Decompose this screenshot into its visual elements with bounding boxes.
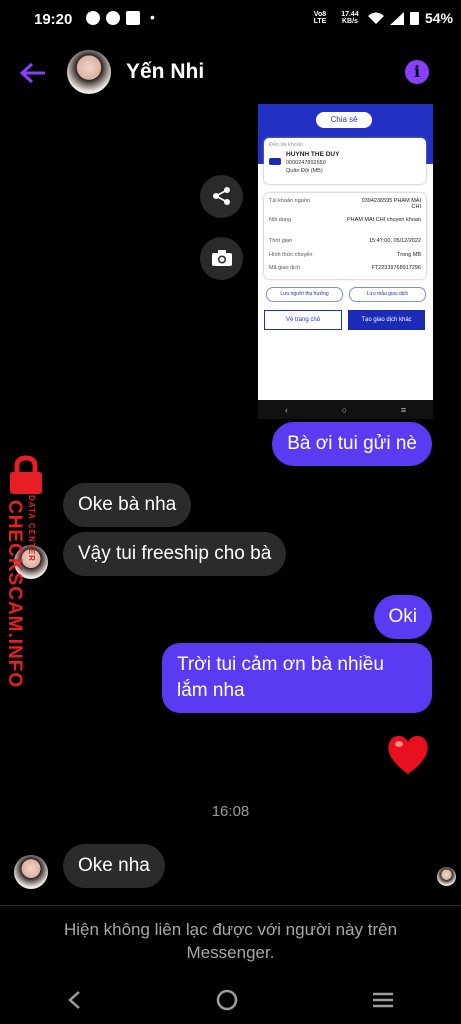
contact-avatar-small[interactable] bbox=[14, 855, 48, 889]
mail-notification-icon bbox=[126, 11, 140, 25]
home-button: Về trang chủ bbox=[264, 310, 342, 330]
seen-avatar bbox=[437, 867, 456, 886]
transaction-details: Tài khoản nguồn 0394236595 PHAM MAI CHI N… bbox=[264, 193, 426, 279]
save-photo-button[interactable] bbox=[200, 237, 243, 280]
message-outgoing[interactable]: Trời tui cảm ơn bà nhiều lắm nha bbox=[162, 643, 432, 713]
detail-row: Thời gian 15:47:00, 05/12/2022 bbox=[269, 238, 421, 244]
network-speed: 17.44 KB/s bbox=[341, 11, 359, 25]
battery-level: 54% bbox=[424, 10, 453, 26]
recipient-account: 0000247892650 bbox=[286, 160, 326, 166]
bank-logo bbox=[269, 158, 281, 165]
detail-row: Nội dung PHAM MAI CHI chuyen khoan bbox=[269, 217, 421, 223]
nav-recents-icon[interactable] bbox=[372, 991, 394, 1009]
lock-icon bbox=[10, 455, 42, 494]
contact-avatar[interactable] bbox=[67, 50, 111, 94]
back-button[interactable] bbox=[19, 60, 46, 91]
menu-nav-icon: ≡ bbox=[400, 404, 407, 415]
detail-row: Mã giao dịch FT22339768917296 bbox=[269, 265, 421, 271]
status-time: 19:20 bbox=[34, 11, 73, 28]
shared-image[interactable]: Chia sẻ Đến tài khoản HUYNH THE DUY 0000… bbox=[258, 104, 433, 419]
status-right: Vo8 LTE 17.44 KB/s 54% bbox=[308, 10, 453, 26]
more-notifications-icon: • bbox=[150, 9, 155, 25]
message-outgoing[interactable]: Bà ơi tui gửi nè bbox=[272, 422, 432, 466]
wifi-icon bbox=[367, 12, 384, 24]
nav-home-icon[interactable] bbox=[216, 989, 238, 1011]
messenger-notification-icon bbox=[86, 11, 100, 25]
new-transaction-button: Tạo giao dịch khác bbox=[348, 310, 425, 330]
detail-row: Hình thức chuyển Trong MB bbox=[269, 252, 421, 258]
detail-row: Tài khoản nguồn 0394236595 PHAM MAI CHI bbox=[269, 198, 421, 210]
camera-icon bbox=[211, 250, 232, 266]
watermark-main: CHECKSCAM.INFO bbox=[4, 500, 25, 689]
watermark-sub: DATA CENTER bbox=[27, 495, 36, 562]
nav-back-icon[interactable] bbox=[67, 990, 83, 1010]
signal-icon bbox=[389, 11, 404, 25]
share-icon bbox=[212, 187, 230, 205]
recipient-bank: Quân Đội (MB) bbox=[286, 168, 323, 174]
detail-label: Thời gian bbox=[269, 238, 293, 244]
save-beneficiary-button: Lưu người thụ hưởng bbox=[266, 287, 343, 302]
recipient-card: Đến tài khoản HUYNH THE DUY 000024789265… bbox=[264, 138, 426, 184]
recipient-name: HUYNH THE DUY bbox=[286, 151, 340, 158]
to-account-label: Đến tài khoản bbox=[269, 142, 303, 148]
heart-reaction-icon[interactable] bbox=[384, 730, 432, 778]
info-button[interactable]: i bbox=[405, 60, 429, 84]
message-outgoing[interactable]: Oki bbox=[373, 595, 432, 639]
message-incoming[interactable]: Oke nha bbox=[63, 844, 165, 888]
divider bbox=[0, 905, 461, 906]
detail-value: PHAM MAI CHI chuyen khoan bbox=[347, 217, 421, 223]
arrow-left-icon bbox=[19, 62, 45, 84]
detail-value: FT22339768917296 bbox=[371, 265, 421, 271]
detail-value: 0394236595 PHAM MAI CHI bbox=[361, 198, 421, 210]
detail-value: Trong MB bbox=[397, 252, 421, 258]
detail-label: Nội dung bbox=[269, 217, 292, 223]
time-separator: 16:08 bbox=[211, 803, 250, 820]
save-template-button: Lưu mẫu giao dịch bbox=[349, 287, 426, 302]
unavailable-notice: Hiện không liên lạc được với người này t… bbox=[63, 920, 398, 962]
info-icon: i bbox=[413, 62, 421, 81]
clock-notification-icon bbox=[106, 11, 120, 25]
message-incoming[interactable]: Vậy tui freeship cho bà bbox=[63, 532, 287, 576]
detail-label: Tài khoản nguồn bbox=[269, 198, 310, 204]
status-bar: 19:20 • Vo8 LTE 17.44 KB/s 54% bbox=[0, 0, 461, 38]
share-button[interactable] bbox=[200, 175, 243, 218]
battery-icon bbox=[409, 12, 419, 25]
detail-label: Mã giao dịch bbox=[269, 265, 301, 271]
system-navigation-bar bbox=[0, 975, 461, 1024]
contact-name[interactable]: Yến Nhi bbox=[126, 60, 204, 84]
home-nav-icon: ○ bbox=[341, 404, 348, 415]
screenshot-share-button: Chia sẻ bbox=[316, 112, 372, 128]
detail-label: Hình thức chuyển bbox=[269, 252, 313, 258]
back-nav-icon: ‹ bbox=[284, 404, 288, 415]
message-incoming[interactable]: Oke bà nha bbox=[63, 483, 192, 527]
network-type: Vo8 LTE bbox=[313, 11, 327, 25]
screenshot-navbar: ‹ ○ ≡ bbox=[258, 400, 433, 419]
detail-value: 15:47:00, 05/12/2022 bbox=[369, 238, 421, 244]
